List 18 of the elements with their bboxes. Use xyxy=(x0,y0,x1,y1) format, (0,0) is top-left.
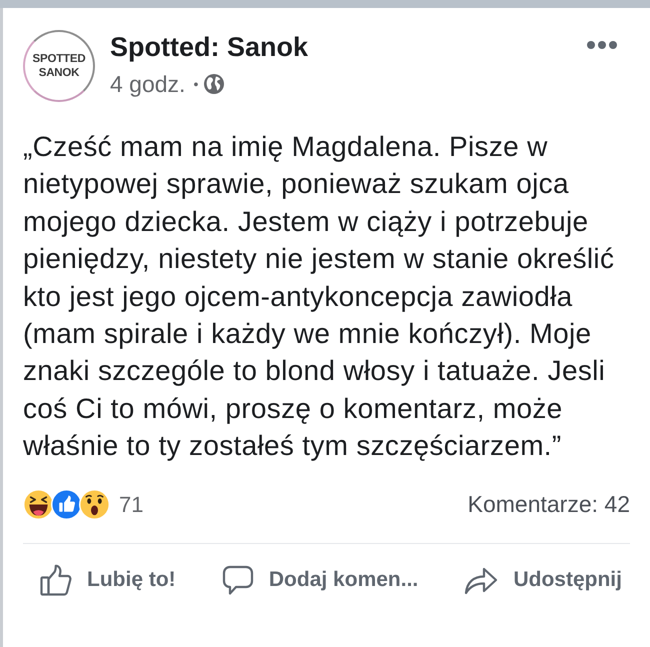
comment-button[interactable]: Dodaj komen... xyxy=(222,562,418,598)
like-button[interactable]: Lubię to! xyxy=(40,562,176,598)
separator-dot: • xyxy=(193,75,198,94)
page-name[interactable]: Spotted: Sanok xyxy=(110,32,308,63)
laughing-face-icon xyxy=(23,489,54,520)
globe-icon xyxy=(204,74,224,94)
more-icon[interactable] xyxy=(587,41,617,49)
logo-text: SPOTTED SANOK xyxy=(32,52,86,80)
share-button[interactable]: Udostępnij xyxy=(464,562,622,598)
page-logo[interactable]: SPOTTED SANOK xyxy=(23,30,95,102)
post-text: „Cześć mam na imię Magdalena. Pisze w nietypowej sprawie, ponieważ szukam ojca mojego dziecka. Jestem w ciąży i potrzebuje pieniędzy, niestety nie jestem w stanie określić kto jest jego ojcem-antykoncepcja zawiodła (mam spirale i każdy we mnie kończył). Moje znaki szczególe to blond włosy i tatuaże. Jesli coś Ci to mówi, proszę o komentarz, może właśnie to ty zostałeś tym szczęściarzem.” xyxy=(23,130,616,464)
speech-bubble-icon xyxy=(222,564,254,596)
thumbs-up-icon xyxy=(40,564,72,596)
thumbs-up-icon xyxy=(51,489,82,520)
surprised-face-icon xyxy=(79,489,110,520)
reaction-count[interactable]: 71 xyxy=(119,492,144,518)
comment-count[interactable]: Komentarze: 42 xyxy=(468,491,630,518)
post-time[interactable]: 4 godz. xyxy=(110,71,186,97)
